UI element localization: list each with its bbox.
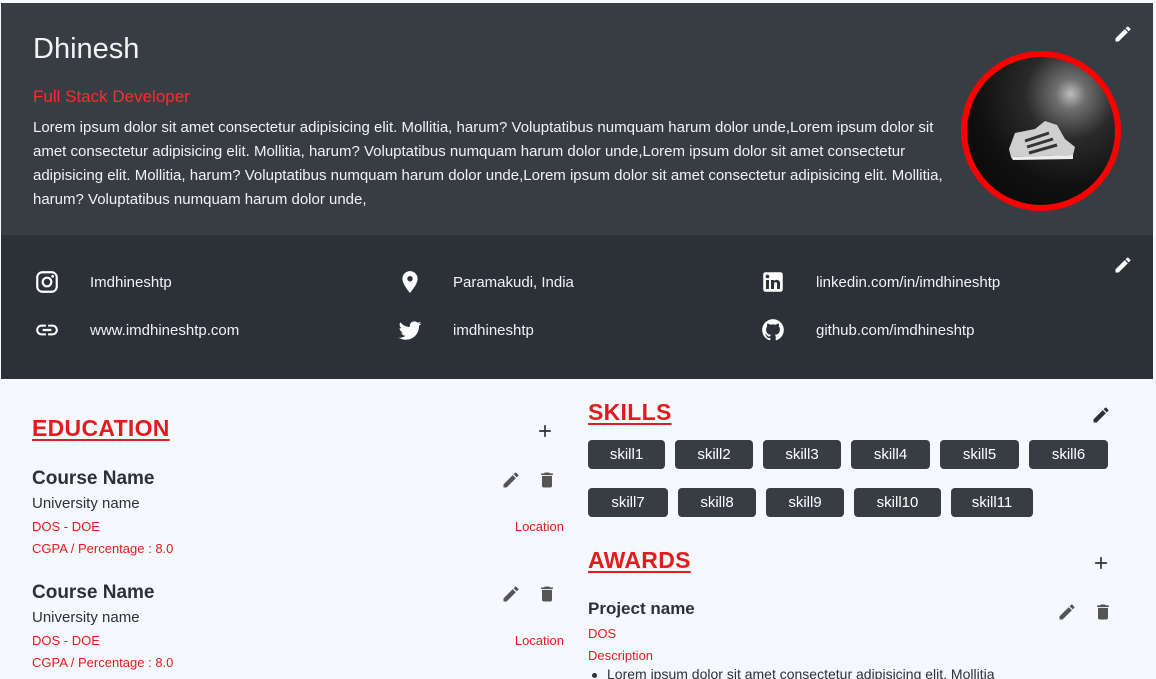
education-title: EDUCATION (32, 415, 170, 441)
github-icon (762, 319, 784, 341)
sneaker-image (1009, 121, 1075, 160)
instagram-icon (36, 271, 58, 293)
profile-name: Dhinesh (33, 33, 140, 65)
edit-icon (503, 472, 519, 488)
course-name: Course Name (32, 468, 155, 489)
award-description-bullet: Lorem ipsum dolor sit amet consectetur a… (592, 666, 995, 679)
profile-bio: Lorem ipsum dolor sit amet consectetur a… (33, 119, 943, 208)
awards-title: AWARDS (588, 547, 691, 573)
edit-icon (1093, 407, 1109, 423)
delete-award-button[interactable] (1091, 600, 1115, 624)
twitter-handle: imdhineshtp (453, 321, 534, 339)
edit-icon (1115, 257, 1131, 273)
edit-skills-button[interactable] (1089, 403, 1113, 427)
delete-education-button[interactable] (535, 582, 559, 606)
skill-chip: skill6 (1029, 440, 1108, 469)
course-cgpa: CGPA / Percentage : 8.0 (32, 541, 174, 556)
edit-icon (1059, 604, 1075, 620)
instagram-handle: Imdhineshtp (90, 273, 172, 291)
university-name: University name (32, 609, 140, 626)
add-award-button[interactable] (1089, 551, 1113, 575)
skill-chip: skill10 (854, 488, 941, 517)
add-icon (539, 425, 551, 437)
course-location: Location (514, 519, 564, 534)
skill-chip: skill4 (851, 440, 930, 469)
university-name: University name (32, 495, 140, 512)
award-description-label: Description (588, 648, 654, 663)
website-url: www.imdhineshtp.com (90, 321, 240, 339)
delete-icon (1097, 604, 1109, 620)
award-dos: DOS (588, 626, 617, 641)
linkedin-url: linkedin.com/in/imdhineshtp (816, 273, 1001, 291)
award-project-name: Project name (588, 599, 695, 618)
location-text: Paramakudi, India (453, 273, 574, 291)
edit-education-button[interactable] (499, 582, 523, 606)
edit-education-button[interactable] (499, 468, 523, 492)
skills-title: SKILLS (588, 399, 672, 425)
course-cgpa: CGPA / Percentage : 8.0 (32, 655, 174, 670)
skill-chip: skill9 (766, 488, 844, 517)
social-linkedin[interactable]: linkedin.com/in/imdhineshtp (760, 269, 1000, 295)
skill-chip: skill5 (940, 440, 1019, 469)
social-location: Paramakudi, India (397, 269, 574, 295)
education-item: Course Name University name DOS - DOE Lo… (32, 582, 572, 679)
social-website[interactable]: www.imdhineshtp.com (34, 317, 239, 343)
profile-role: Full Stack Developer (33, 87, 190, 106)
course-dates: DOS - DOE (32, 519, 100, 534)
location-pin-icon (402, 271, 418, 293)
edit-profile-button[interactable] (1111, 22, 1135, 46)
course-location: Location (514, 633, 564, 648)
social-instagram[interactable]: Imdhineshtp (34, 269, 172, 295)
edit-icon (503, 586, 519, 602)
social-links-panel: Imdhineshtp Paramakudi, India linkedin.c… (1, 235, 1153, 379)
edit-icon (1115, 26, 1131, 42)
delete-icon (541, 472, 553, 488)
edit-award-button[interactable] (1055, 600, 1079, 624)
skill-chip: skill11 (951, 488, 1033, 517)
course-name: Course Name (32, 582, 155, 603)
skill-chip: skill2 (675, 440, 753, 469)
education-item: Course Name University name DOS - DOE Lo… (32, 468, 572, 558)
social-twitter[interactable]: imdhineshtp (397, 317, 534, 343)
profile-header: Dhinesh Full Stack Developer Lorem ipsum… (1, 3, 1153, 235)
add-icon (1095, 557, 1107, 569)
course-dates: DOS - DOE (32, 633, 100, 648)
social-github[interactable]: github.com/imdhineshtp (760, 317, 974, 343)
twitter-icon (398, 321, 422, 340)
add-education-button[interactable] (533, 419, 557, 443)
skill-chip: skill7 (588, 488, 668, 517)
edit-social-button[interactable] (1111, 253, 1135, 277)
linkedin-icon (763, 272, 783, 292)
skill-chip: skill1 (588, 440, 665, 469)
skill-chip: skill8 (678, 488, 756, 517)
skill-chip: skill3 (763, 440, 841, 469)
link-icon (36, 324, 58, 336)
delete-education-button[interactable] (535, 468, 559, 492)
github-url: github.com/imdhineshtp (816, 321, 975, 339)
avatar (961, 51, 1121, 211)
delete-icon (541, 586, 553, 602)
